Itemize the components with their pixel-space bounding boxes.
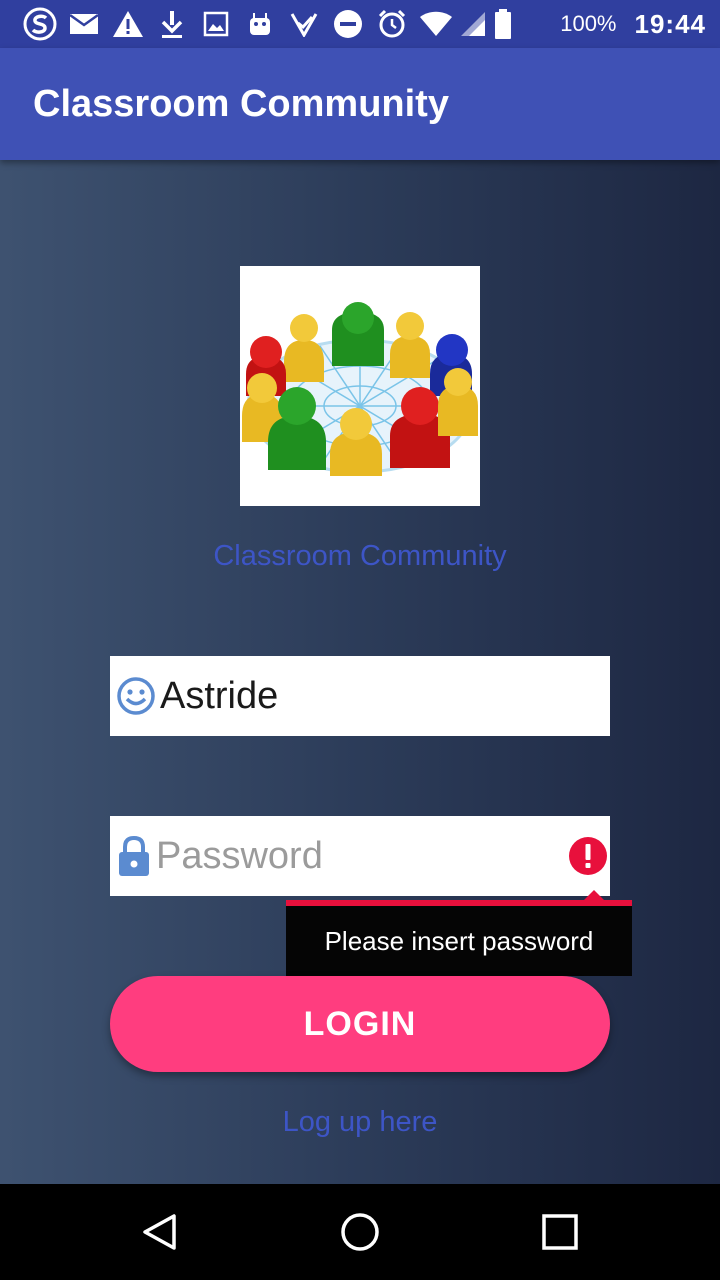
password-field[interactable]: [110, 816, 645, 896]
back-button[interactable]: [120, 1192, 200, 1272]
alarm-icon: [370, 0, 414, 48]
login-button-label: LOGIN: [303, 1004, 417, 1043]
dnd-icon: [326, 0, 370, 48]
mail-icon: [62, 0, 106, 48]
s-app-icon: [18, 0, 62, 48]
battery-icon: [488, 0, 518, 48]
signal-icon: [458, 0, 488, 48]
image-icon: [194, 0, 238, 48]
lock-icon: [116, 835, 152, 876]
battery-percent: 100%: [560, 11, 617, 36]
error-icon: [568, 836, 608, 876]
status-right: 100% 19:44: [554, 9, 706, 40]
navigation-bar: [0, 1184, 720, 1280]
android-icon: [238, 0, 282, 48]
clock: 19:44: [634, 8, 706, 39]
recents-icon: [542, 1214, 578, 1250]
username-field[interactable]: [110, 656, 649, 736]
logo-caption: Classroom Community: [213, 540, 507, 572]
download-icon: [150, 0, 194, 48]
login-screen: Classroom Community Please insert passwo…: [0, 160, 720, 1184]
home-icon: [341, 1213, 379, 1251]
login-button[interactable]: LOGIN: [110, 976, 610, 1072]
app-title: Classroom Community: [33, 82, 449, 125]
check-icon: [282, 0, 326, 48]
username-input[interactable]: [160, 666, 649, 726]
notification-icons: [18, 0, 518, 48]
smiley-icon: [116, 676, 156, 716]
error-message: Please insert password: [324, 925, 594, 956]
person-yellow-back-left: [284, 314, 324, 382]
recents-button[interactable]: [520, 1192, 600, 1272]
wifi-icon: [414, 0, 458, 48]
status-bar: 100% 19:44: [0, 0, 720, 48]
error-tooltip: Please insert password: [286, 890, 632, 976]
community-logo: [240, 266, 480, 506]
tooltip-arrow: [584, 890, 604, 900]
warning-icon: [106, 0, 150, 48]
app-bar: Classroom Community: [0, 48, 720, 160]
signup-link[interactable]: Log up here: [0, 1106, 720, 1139]
home-button[interactable]: [320, 1192, 400, 1272]
back-icon: [143, 1214, 176, 1250]
